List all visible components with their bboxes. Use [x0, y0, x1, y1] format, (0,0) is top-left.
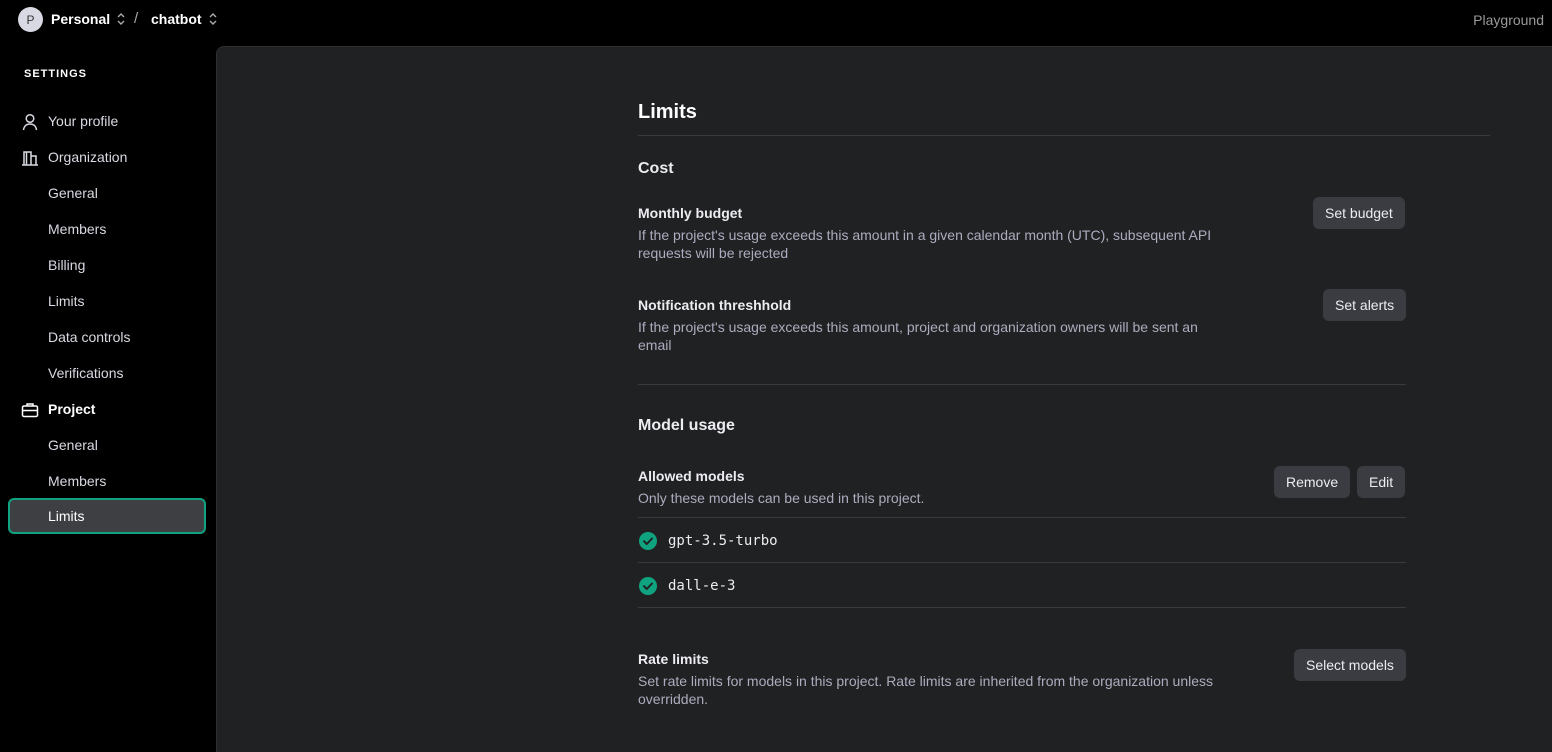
- sidebar-item-label: Verifications: [48, 365, 124, 381]
- sidebar-item-billing[interactable]: Billing: [8, 247, 206, 283]
- model-name: dall-e-3: [668, 577, 736, 594]
- sidebar-item-project-members[interactable]: Members: [8, 463, 206, 499]
- settings-sidebar: SETTINGS Your profile Organization Gener…: [0, 46, 216, 752]
- sidebar-item-label: Members: [48, 221, 107, 237]
- person-icon: [22, 113, 38, 131]
- notification-threshold-desc: If the project's usage exceeds this amou…: [638, 319, 1198, 353]
- divider: [638, 135, 1490, 136]
- notification-threshold-title: Notification threshhold: [638, 297, 792, 313]
- org-name: Personal: [51, 11, 111, 27]
- rate-limits-title: Rate limits: [638, 651, 709, 667]
- sidebar-item-label: Your profile: [48, 113, 119, 129]
- sidebar-item-label: Billing: [48, 257, 86, 273]
- section-title-model-usage: Model usage: [638, 417, 735, 434]
- sidebar-item-label: Limits: [48, 508, 85, 524]
- chevron-updown-icon: [117, 13, 125, 25]
- sidebar-item-verifications[interactable]: Verifications: [8, 355, 206, 391]
- monthly-budget-title: Monthly budget: [638, 205, 743, 221]
- allowed-models-title: Allowed models: [638, 468, 745, 484]
- sidebar-item-label: General: [48, 437, 98, 453]
- top-bar: P Personal / chatbot Playground: [0, 0, 1552, 46]
- monthly-budget-desc: If the project's usage exceeds this amou…: [638, 227, 1212, 261]
- check-circle-icon: [639, 576, 657, 595]
- settings-header: SETTINGS: [24, 68, 88, 80]
- set-budget-button[interactable]: Set budget: [1313, 197, 1405, 229]
- select-models-button[interactable]: Select models: [1294, 649, 1406, 681]
- building-icon: [22, 151, 38, 166]
- chevron-updown-icon: [209, 13, 217, 25]
- sidebar-item-label: Organization: [48, 149, 128, 165]
- sidebar-item-org-members[interactable]: Members: [8, 211, 206, 247]
- sidebar-item-label: Limits: [48, 293, 85, 309]
- remove-button[interactable]: Remove: [1274, 466, 1351, 498]
- playground-link[interactable]: Playground: [1473, 12, 1544, 28]
- sidebar-item-project-limits[interactable]: Limits: [8, 498, 206, 534]
- list-item: dall-e-3: [638, 563, 1406, 608]
- section-title-cost: Cost: [638, 160, 674, 177]
- sidebar-item-your-profile[interactable]: Your profile: [8, 103, 206, 139]
- briefcase-icon: [21, 403, 39, 418]
- check-circle-icon: [639, 531, 657, 550]
- rate-limits-desc: Set rate limits for models in this proje…: [638, 673, 1214, 707]
- sidebar-item-project-general[interactable]: General: [8, 427, 206, 463]
- org-switcher[interactable]: Personal: [51, 11, 126, 27]
- sidebar-item-label: Data controls: [48, 329, 131, 345]
- project-switcher[interactable]: chatbot: [151, 11, 218, 27]
- allowed-models-desc: Only these models can be used in this pr…: [638, 490, 925, 506]
- sidebar-item-org-general[interactable]: General: [8, 175, 206, 211]
- divider: [638, 384, 1406, 385]
- org-avatar[interactable]: P: [18, 7, 43, 32]
- breadcrumb-separator: /: [134, 10, 139, 27]
- sidebar-item-label: Project: [48, 401, 96, 417]
- sidebar-item-label: Members: [48, 473, 107, 489]
- edit-button[interactable]: Edit: [1357, 466, 1406, 498]
- divider: [638, 607, 1406, 608]
- model-name: gpt-3.5-turbo: [668, 532, 778, 549]
- set-alerts-button[interactable]: Set alerts: [1323, 289, 1407, 321]
- list-item: gpt-3.5-turbo: [638, 518, 1406, 563]
- sidebar-item-project[interactable]: Project: [8, 391, 206, 427]
- sidebar-item-label: General: [48, 185, 98, 201]
- main-panel: Limits Cost Monthly budget If the projec…: [216, 46, 1552, 752]
- sidebar-item-data-controls[interactable]: Data controls: [8, 319, 206, 355]
- sidebar-item-org-limits[interactable]: Limits: [8, 283, 206, 319]
- page-title: Limits: [638, 101, 697, 123]
- sidebar-item-organization[interactable]: Organization: [8, 139, 206, 175]
- project-name: chatbot: [151, 11, 202, 27]
